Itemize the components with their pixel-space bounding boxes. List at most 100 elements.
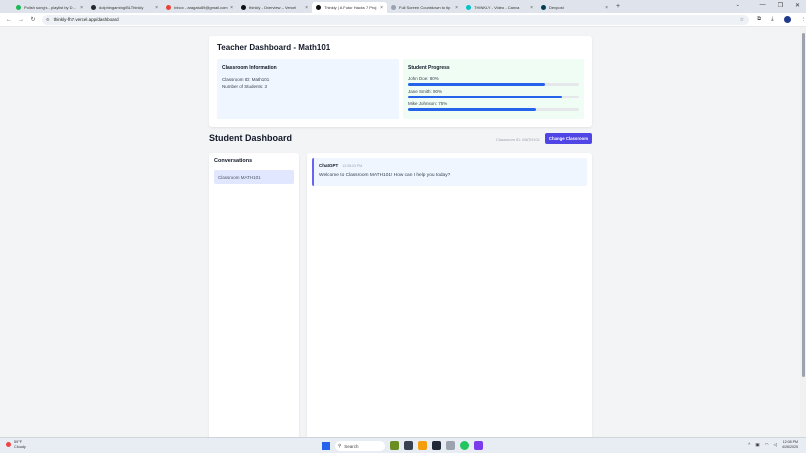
weather-icon [6, 442, 11, 447]
tab-label: Polish song's - playlist by Doryn [24, 5, 79, 10]
browser-tab[interactable]: thinkly - Overview – Vercel × [237, 2, 312, 13]
widgets-icon[interactable] [390, 441, 399, 450]
wifi-icon[interactable]: ◠ [765, 442, 769, 448]
student-progress-box: Student Progress John Doe: 80% Jane Smit… [403, 59, 584, 119]
bookmark-star-icon[interactable]: ☆ [740, 17, 744, 23]
task-view-icon[interactable] [404, 441, 413, 450]
conversations-title: Conversations [214, 158, 253, 164]
chat-panel: ChatGPT 12:08:03 PM Welcome to Classroom… [307, 153, 592, 437]
tab-favicon-icon [166, 5, 171, 10]
tray-app-icon[interactable]: ▣ [755, 442, 759, 448]
tab-favicon-icon [16, 5, 21, 10]
taskbar-apps [390, 441, 483, 450]
address-bar-row: ← → ↻ ⚙ thinkly-fh7.vercel.app/dashboard… [0, 13, 806, 27]
windows-start-icon[interactable] [322, 442, 330, 450]
system-tray: ^ ▣ ◠ ◁ 12:08 PM 4/26/2025 [748, 440, 798, 449]
conversation-item[interactable]: Classroom MATH101 [214, 170, 294, 184]
clock-date: 4/26/2025 [782, 444, 798, 449]
tab-search-icon[interactable]: ⌄ [736, 2, 740, 8]
progress-label: John Doe: 80% [408, 76, 439, 81]
clock[interactable]: 12:08 PM 4/26/2025 [782, 440, 798, 449]
browser-tab[interactable]: Inbox - aragatu89@gmail.com × [162, 2, 237, 13]
progress-item: Jane Smith: 90% [408, 88, 579, 98]
progress-item: Mike Johnson: 75% [408, 101, 579, 111]
progress-track [408, 95, 579, 98]
tab-close-icon[interactable]: × [305, 5, 308, 11]
classroom-info-title: Classroom Information [222, 65, 277, 71]
tab-label: dolphingaming/BLThinkly [99, 5, 144, 10]
back-button[interactable]: ← [6, 17, 12, 23]
tab-close-icon[interactable]: × [455, 5, 458, 11]
forward-button[interactable]: → [18, 17, 24, 23]
volume-icon[interactable]: ◁ [774, 442, 777, 448]
tab-close-icon[interactable]: × [605, 5, 608, 11]
search-icon: ⚲ [338, 443, 342, 448]
tab-favicon-icon [466, 5, 471, 10]
tab-close-icon[interactable]: × [530, 5, 533, 11]
progress-label: Jane Smith: 90% [408, 88, 443, 94]
progress-fill [408, 83, 545, 86]
url-text: thinkly-fh7.vercel.app/dashboard [53, 17, 119, 22]
reload-button[interactable]: ↻ [30, 16, 36, 23]
clock-time: 12:08 PM [782, 440, 798, 444]
new-tab-button[interactable]: + [616, 3, 620, 10]
message-time: 12:08:03 PM [342, 164, 363, 168]
tray-chevron-icon[interactable]: ^ [748, 442, 750, 447]
classroom-id-text: Classroom ID: Math101 [222, 77, 270, 82]
close-window-button[interactable]: ✕ [795, 2, 800, 9]
download-icon[interactable]: ⤓ [771, 16, 773, 23]
teacher-dashboard-card: Teacher Dashboard - Math101 Classroom In… [209, 36, 592, 127]
page-content: Teacher Dashboard - Math101 Classroom In… [0, 27, 800, 437]
minimize-button[interactable]: — [760, 2, 766, 9]
tab-close-icon[interactable]: × [380, 5, 383, 11]
weather-desc: Cloudy [14, 444, 26, 449]
change-classroom-button[interactable]: Change Classroom [545, 133, 592, 144]
tab-label: Full Screen Countdown to tip [399, 5, 451, 10]
maximize-button[interactable]: ❐ [778, 2, 783, 9]
tab-favicon-icon [91, 5, 96, 10]
tab-label: thinkly - Overview – Vercel [249, 5, 297, 10]
browser-tab[interactable]: THINKLY - Video - Canva × [462, 2, 537, 13]
page-scrollbar[interactable] [800, 27, 806, 437]
browser-tab[interactable]: Polish song's - playlist by Doryn × [12, 2, 87, 13]
tab-strip: Polish song's - playlist by Doryn × dolphi… [12, 0, 612, 13]
conversations-panel: Conversations Classroom MATH101 [209, 153, 299, 437]
progress-track [408, 83, 579, 86]
app-icon[interactable] [474, 441, 483, 450]
chrome-icon[interactable] [460, 441, 469, 450]
weather-widget[interactable]: 59°F Cloudy [6, 440, 26, 449]
tab-label: Devpost [549, 5, 564, 10]
site-info-icon[interactable]: ⚙ [46, 17, 50, 22]
tab-favicon-icon [541, 5, 546, 10]
profile-avatar[interactable] [783, 16, 791, 23]
taskbar-search[interactable]: ⚲ Search [335, 441, 385, 451]
message-text: Welcome to Classroom MATH101! How can I … [319, 173, 451, 178]
url-input[interactable]: ⚙ thinkly-fh7.vercel.app/dashboard ☆ [41, 14, 750, 25]
current-classroom-id: Classroom ID: MATH101 [495, 137, 540, 142]
menu-icon[interactable]: ⋮ [801, 17, 806, 23]
tab-close-icon[interactable]: × [230, 5, 233, 11]
student-dashboard-title: Student Dashboard [209, 133, 293, 143]
tab-close-icon[interactable]: × [80, 5, 83, 11]
progress-fill [408, 108, 537, 111]
tab-favicon-icon [241, 5, 246, 10]
store-icon[interactable] [432, 441, 441, 450]
student-progress-title: Student Progress [408, 65, 450, 71]
tab-label: Thinkly | A Futur Hacks 7 Proj [324, 5, 377, 10]
tab-label: THINKLY - Video - Canva [474, 5, 520, 10]
progress-track [408, 108, 579, 111]
tab-favicon-icon [316, 5, 321, 10]
app-icon[interactable] [446, 441, 455, 450]
scrollbar-thumb[interactable] [801, 33, 805, 377]
tab-close-icon[interactable]: × [155, 5, 158, 11]
browser-tab[interactable]: Full Screen Countdown to tip × [387, 2, 462, 13]
message-header: ChatGPT 12:08:03 PM [319, 163, 582, 168]
browser-tab[interactable]: Thinkly | A Futur Hacks 7 Proj × [312, 2, 387, 13]
teacher-dashboard-title: Teacher Dashboard - Math101 [217, 43, 331, 52]
classroom-info-box: Classroom Information Classroom ID: Math… [217, 59, 399, 119]
file-explorer-icon[interactable] [418, 441, 427, 450]
browser-tab[interactable]: dolphingaming/BLThinkly × [87, 2, 162, 13]
browser-toolbar: ⧉ ⤓ ⋮ [757, 16, 806, 23]
extensions-icon[interactable]: ⧉ [757, 16, 761, 23]
browser-tab[interactable]: Devpost × [537, 2, 612, 13]
